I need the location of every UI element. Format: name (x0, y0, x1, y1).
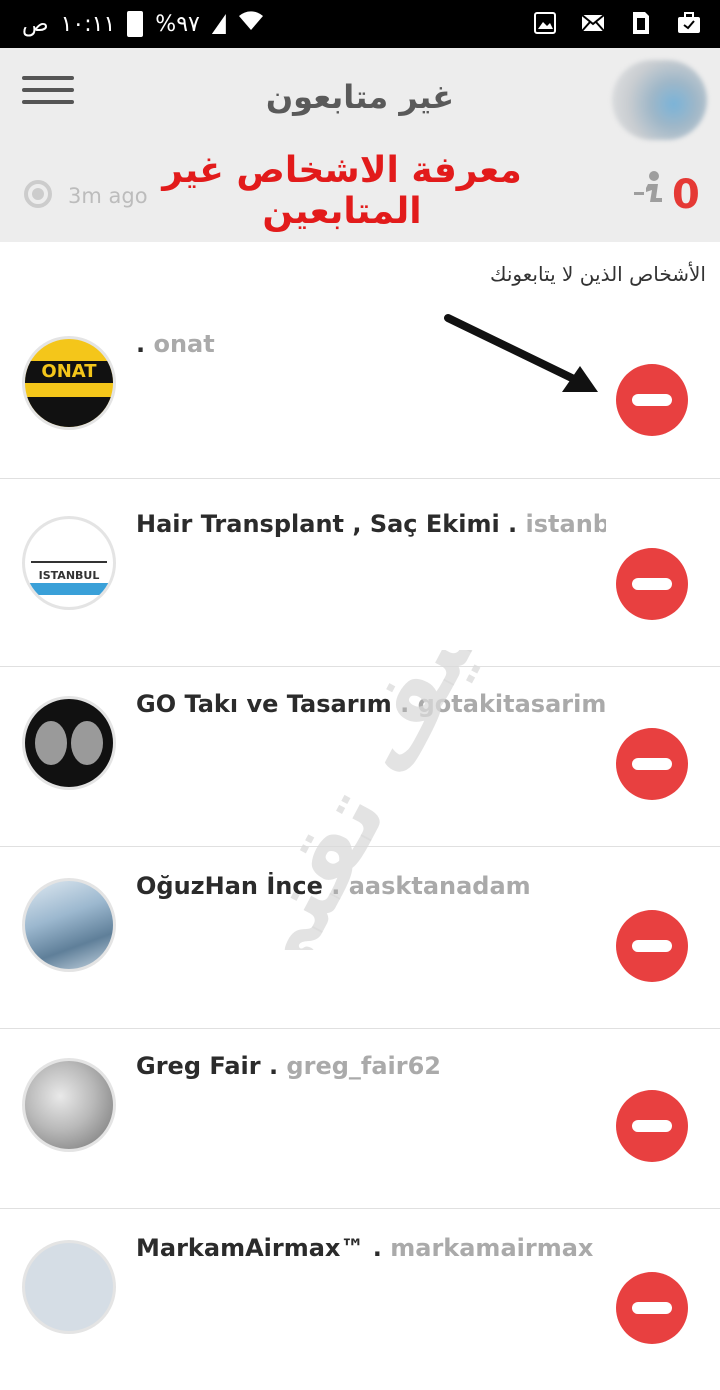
unfollow-button[interactable] (616, 364, 688, 436)
menu-icon-line (22, 88, 74, 92)
user-line: OğuzHan İnce . aasktanadam (136, 872, 606, 900)
user-display-name: Greg Fair (136, 1052, 261, 1080)
list-item[interactable]: MarkamAirmax™ . markamairmax (0, 1210, 720, 1390)
separator-dot: . (322, 872, 349, 900)
avatar[interactable]: ONAT (22, 336, 116, 430)
battery-percent: %٩٧ (155, 11, 200, 37)
user-line: Greg Fair . greg_fair62 (136, 1052, 606, 1080)
status-left: ص ١٠:١١ %٩٧ (22, 10, 264, 38)
profile-avatar[interactable] (612, 60, 707, 140)
user-handle: markamairmax (390, 1234, 594, 1262)
wifi-icon (238, 10, 264, 38)
unfollow-button[interactable] (616, 910, 688, 982)
page-title: غير متابعون (265, 78, 455, 116)
menu-button[interactable] (22, 68, 74, 118)
image-icon (532, 9, 558, 37)
status-ampm: ص (22, 11, 49, 37)
list-item[interactable]: OğuzHan İnce . aasktanadam (0, 848, 720, 1029)
user-handle: greg_fair62 (286, 1052, 441, 1080)
avatar[interactable] (22, 1240, 116, 1334)
mail-icon (580, 9, 606, 37)
user-display-name: MarkamAirmax™ (136, 1234, 365, 1262)
user-display-name: Hair Transplant , Saç Ekimi (136, 510, 500, 538)
battery-icon (127, 11, 144, 37)
separator-dot: . (364, 1234, 391, 1262)
user-display-name: GO Takı ve Tasarım (136, 690, 392, 718)
user-display-name: OğuzHan İnce (136, 872, 323, 900)
user-line: MarkamAirmax™ . markamairmax (136, 1234, 606, 1262)
list-item[interactable]: ISTANBUL Hair Transplant , Saç Ekimi . i… (0, 486, 720, 667)
user-line: GO Takı ve Tasarım . gotakitasarim (136, 690, 606, 718)
unfollow-button[interactable] (616, 1272, 688, 1344)
user-handle: istanb... (525, 510, 606, 538)
signal-icon (211, 14, 226, 34)
menu-icon-line (22, 76, 74, 80)
avatar[interactable] (22, 696, 116, 790)
avatar[interactable] (22, 878, 116, 972)
status-bar: ص ١٠:١١ %٩٧ (0, 0, 720, 48)
avatar[interactable]: ISTANBUL (22, 516, 116, 610)
user-line: Hair Transplant , Saç Ekimi . istanb... (136, 510, 606, 538)
briefcase-check-icon (676, 9, 702, 37)
avatar[interactable] (22, 1058, 116, 1152)
annotation-arrow (444, 314, 598, 392)
list-item[interactable]: Greg Fair . greg_fair62 (0, 1028, 720, 1209)
user-handle: gotakitasarim (417, 690, 606, 718)
section-label: الأشخاص الذين لا يتابعونك (490, 262, 706, 286)
unfollow-button[interactable] (616, 548, 688, 620)
unfollow-button[interactable] (616, 728, 688, 800)
person-walking-icon (632, 170, 666, 210)
status-right (532, 9, 702, 37)
status-time: ١٠:١١ (60, 11, 116, 37)
unfollow-button[interactable] (616, 1090, 688, 1162)
overlay-caption: معرفة الاشخاص غير المتابعين (162, 150, 522, 232)
separator-dot: . (391, 690, 418, 718)
menu-icon-line (22, 100, 74, 104)
user-handle: aasktanadam (348, 872, 531, 900)
separator-dot: . (260, 1052, 287, 1080)
list-item[interactable]: ONAT . onat (0, 298, 720, 479)
separator-dot: . (499, 510, 526, 538)
separator-dot: . (136, 330, 154, 358)
non-followers-count: 0 (672, 172, 700, 218)
user-handle: onat (153, 330, 215, 358)
refresh-icon[interactable] (24, 180, 52, 208)
sim-icon (628, 9, 654, 37)
list-item[interactable]: GO Takı ve Tasarım . gotakitasarim (0, 666, 720, 847)
